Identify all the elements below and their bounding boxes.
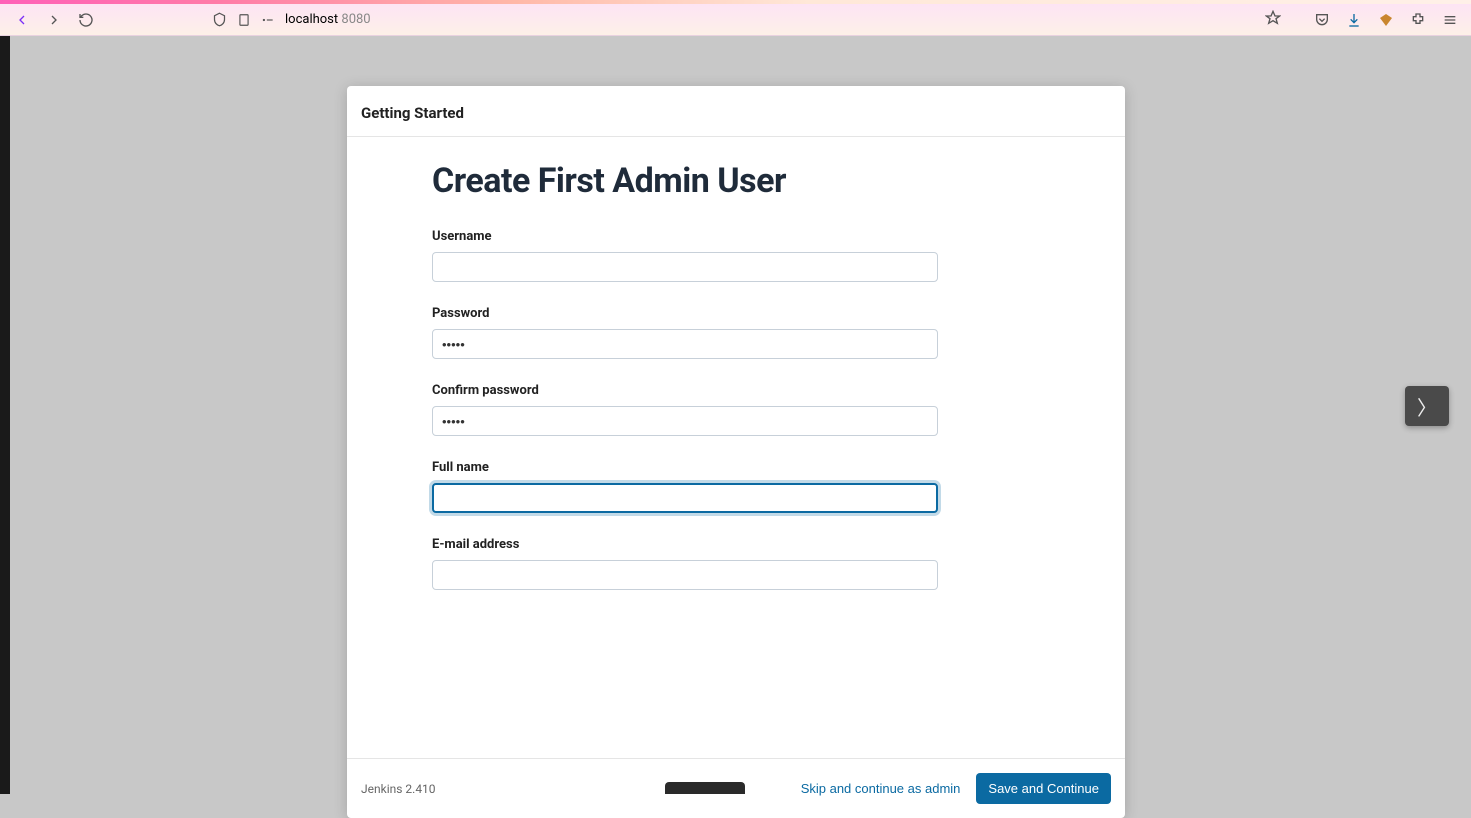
nav-reload-button[interactable] <box>72 8 100 32</box>
bottom-controls-peek <box>665 782 745 794</box>
download-icon[interactable] <box>1341 8 1367 32</box>
save-continue-button[interactable]: Save and Continue <box>976 773 1111 804</box>
full-name-input[interactable] <box>432 483 938 513</box>
email-input[interactable] <box>432 560 938 590</box>
page-title: Create First Admin User <box>432 161 1040 201</box>
url-text: localhost 8080 <box>285 12 371 27</box>
shield-icon <box>212 12 227 27</box>
modal-header-title: Getting Started <box>361 104 1111 122</box>
password-label: Password <box>432 306 1040 321</box>
arrow-left-icon <box>14 12 30 28</box>
modal-header: Getting Started <box>347 86 1125 137</box>
username-input[interactable] <box>432 252 938 282</box>
reload-icon <box>78 12 94 28</box>
left-edge-strip <box>0 36 10 794</box>
confirm-password-label: Confirm password <box>432 383 1040 398</box>
arrow-right-icon <box>46 12 62 28</box>
page-icon <box>237 13 251 27</box>
modal-body: Create First Admin User Username Passwor… <box>347 137 1125 758</box>
nav-back-button[interactable] <box>8 8 36 32</box>
full-name-label: Full name <box>432 460 1040 475</box>
extensions-icon[interactable] <box>1405 8 1431 32</box>
username-label: Username <box>432 229 1040 244</box>
confirm-password-input[interactable] <box>432 406 938 436</box>
extension-icon-1[interactable] <box>1373 8 1399 32</box>
url-bar[interactable]: localhost 8080 <box>204 6 1289 34</box>
password-input[interactable] <box>432 329 938 359</box>
bookmark-star-button[interactable] <box>1265 10 1281 30</box>
nav-forward-button[interactable] <box>40 8 68 32</box>
pocket-icon[interactable] <box>1309 8 1335 32</box>
version-text: Jenkins 2.410 <box>361 782 436 796</box>
browser-toolbar: localhost 8080 <box>0 4 1471 36</box>
browser-extension-icons <box>1309 8 1463 32</box>
setup-wizard-modal: Getting Started Create First Admin User … <box>347 86 1125 818</box>
email-label: E-mail address <box>432 537 1040 552</box>
floating-next-button[interactable]: 〉 <box>1405 386 1449 426</box>
menu-icon[interactable] <box>1437 8 1463 32</box>
site-info-icon <box>261 13 275 27</box>
chevron-right-icon: 〉 <box>1417 392 1437 421</box>
